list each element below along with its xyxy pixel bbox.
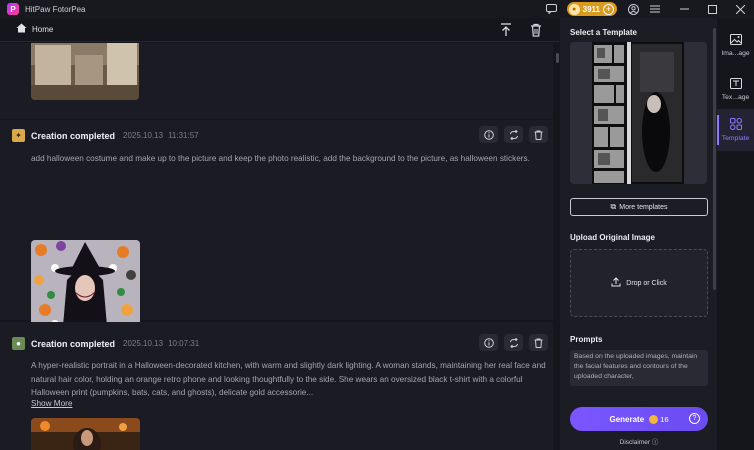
delete-icon[interactable] bbox=[529, 334, 548, 351]
creation-card: ✦ Creation completed 2025.10.13 11:31:57… bbox=[0, 120, 553, 349]
card-time: 10:07:31 bbox=[168, 339, 200, 348]
disclaimer-label: Disclaimer bbox=[619, 439, 651, 446]
generate-cost: 16 bbox=[660, 414, 669, 424]
tab-image-to-image[interactable]: Ima...age bbox=[717, 24, 754, 66]
kitchen-result-image[interactable] bbox=[31, 43, 139, 100]
side-tabs: Ima...age Tex...age Template bbox=[717, 18, 754, 450]
select-template-title: Select a Template bbox=[570, 28, 637, 37]
app-window: P HitPaw FotorPea ● 3911 + Home ✦ Creati… bbox=[0, 0, 754, 450]
content-header: Home bbox=[0, 18, 559, 42]
trash-icon[interactable] bbox=[528, 21, 544, 39]
app-logo-icon: P bbox=[7, 3, 19, 15]
coin-icon: ● bbox=[568, 3, 580, 15]
tab-template[interactable]: Template bbox=[717, 109, 754, 151]
credits-badge[interactable]: ● 3911 + bbox=[566, 2, 617, 16]
creation-feed[interactable]: ✦ Creation completed 2025.10.13 11:31:57… bbox=[0, 43, 553, 450]
header-actions bbox=[498, 21, 544, 39]
close-button[interactable] bbox=[726, 0, 754, 18]
home-icon[interactable] bbox=[16, 23, 27, 36]
text-to-image-icon bbox=[729, 77, 742, 92]
add-credits-icon[interactable]: + bbox=[603, 3, 614, 15]
card-prompt: A hyper-realistic portrait in a Hallowee… bbox=[31, 361, 546, 397]
coin-icon bbox=[649, 414, 659, 424]
card-actions bbox=[479, 334, 548, 351]
tab-label: Template bbox=[721, 135, 750, 142]
more-templates-label: More templates bbox=[619, 203, 668, 211]
show-more-link[interactable]: Show More bbox=[31, 399, 72, 408]
delete-icon[interactable] bbox=[529, 126, 548, 143]
scroll-to-top-icon[interactable] bbox=[498, 21, 514, 39]
card-header: ● Creation completed 2025.10.13 10:07:31 bbox=[12, 337, 199, 350]
prompts-title: Prompts bbox=[570, 335, 603, 344]
info-icon[interactable] bbox=[479, 334, 498, 351]
maximize-button[interactable] bbox=[698, 0, 726, 18]
generate-button[interactable]: Generate 16 ? bbox=[570, 407, 708, 431]
upload-dropzone[interactable]: Drop or Click bbox=[570, 249, 708, 317]
account-icon[interactable] bbox=[626, 2, 640, 16]
title-bar-controls: ● 3911 + bbox=[545, 0, 754, 18]
upload-hint: Drop or Click bbox=[626, 279, 667, 287]
app-title: HitPaw FotorPea bbox=[25, 4, 86, 14]
home-link[interactable]: Home bbox=[32, 25, 53, 34]
halloween-kitchen-result-image[interactable] bbox=[31, 418, 140, 450]
info-icon: ⓘ bbox=[651, 439, 659, 446]
help-icon[interactable]: ? bbox=[689, 413, 700, 424]
tab-label: Ima...age bbox=[721, 49, 750, 57]
card-actions bbox=[479, 126, 548, 143]
tab-label: Tex...age bbox=[721, 93, 750, 101]
creation-card bbox=[0, 43, 553, 119]
template-panel: Select a Template ⧉ More templates Uploa… bbox=[560, 18, 717, 450]
template-preview[interactable] bbox=[570, 42, 707, 184]
card-title: Creation completed bbox=[31, 338, 116, 349]
more-templates-button[interactable]: ⧉ More templates bbox=[570, 198, 708, 216]
template-icon bbox=[729, 118, 742, 133]
regenerate-icon[interactable] bbox=[504, 334, 523, 351]
card-prompt: add halloween costume and make up to the… bbox=[31, 154, 530, 163]
minimize-button[interactable] bbox=[670, 0, 698, 18]
card-time: 11:31:57 bbox=[168, 131, 199, 140]
menu-icon[interactable] bbox=[648, 2, 662, 16]
regenerate-icon[interactable] bbox=[504, 126, 523, 143]
panel-scrollbar[interactable] bbox=[713, 28, 716, 290]
card-date: 2025.10.13 bbox=[123, 339, 164, 348]
upload-icon bbox=[611, 277, 621, 289]
disclaimer-link[interactable]: Disclaimer ⓘ bbox=[570, 436, 708, 446]
creation-thumbnail-icon: ● bbox=[12, 337, 25, 350]
info-icon[interactable] bbox=[479, 126, 498, 143]
image-to-image-icon bbox=[729, 33, 742, 48]
tab-text-to-image[interactable]: Tex...age bbox=[717, 68, 754, 110]
generate-label: Generate bbox=[609, 414, 645, 424]
upload-title: Upload Original Image bbox=[570, 233, 655, 242]
gallery-icon: ⧉ bbox=[610, 202, 617, 211]
card-date: 2025.10.13 bbox=[123, 131, 164, 140]
message-icon[interactable] bbox=[545, 2, 559, 16]
feed-scrollbar[interactable] bbox=[556, 53, 559, 63]
prompt-textarea[interactable]: Based on the uploaded images, maintain t… bbox=[570, 350, 708, 386]
card-header: ✦ Creation completed 2025.10.13 11:31:57 bbox=[12, 129, 199, 142]
card-title: Creation completed bbox=[31, 130, 116, 141]
creation-card: ● Creation completed 2025.10.13 10:07:31… bbox=[0, 322, 553, 450]
creation-thumbnail-icon: ✦ bbox=[12, 129, 25, 142]
credits-value: 3911 bbox=[582, 4, 600, 14]
title-bar: P HitPaw FotorPea ● 3911 + bbox=[0, 0, 754, 18]
